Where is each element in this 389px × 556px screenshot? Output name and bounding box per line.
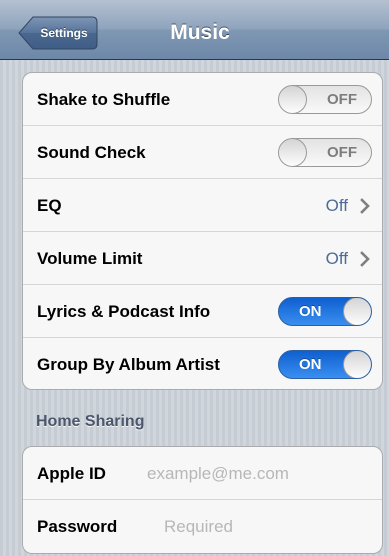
- group-by-album-artist-switch[interactable]: ON: [278, 350, 372, 379]
- switch-knob-icon: [343, 351, 371, 378]
- row-label: Shake to Shuffle: [37, 90, 171, 109]
- page-title: Music: [170, 21, 230, 44]
- row-volume-limit[interactable]: Volume Limit Off: [23, 232, 382, 285]
- switch-state-text: OFF: [327, 144, 357, 161]
- switch-knob-icon: [279, 86, 307, 113]
- row-label: Group By Album Artist: [37, 355, 220, 374]
- row-group-by-album-artist: Group By Album Artist ON: [23, 338, 382, 389]
- volume-limit-value: Off: [325, 249, 348, 268]
- switch-knob-icon: [343, 298, 371, 325]
- row-lyrics-podcast-info: Lyrics & Podcast Info ON: [23, 285, 382, 338]
- switch-state-text: ON: [299, 356, 322, 373]
- row-label: Apple ID: [37, 464, 106, 483]
- chevron-right-icon: [360, 251, 370, 267]
- navigation-bar: Settings Music: [0, 0, 389, 60]
- back-button-label: Settings: [40, 26, 88, 40]
- password-field[interactable]: [164, 513, 364, 541]
- row-label: Volume Limit: [37, 249, 143, 268]
- switch-state-text: OFF: [327, 91, 357, 108]
- sound-check-switch[interactable]: OFF: [278, 138, 372, 167]
- row-label: Sound Check: [37, 143, 146, 162]
- row-password: Password: [23, 500, 382, 553]
- row-apple-id: Apple ID: [23, 447, 382, 500]
- eq-value: Off: [325, 196, 348, 215]
- settings-back-button[interactable]: Settings: [18, 16, 98, 50]
- shake-to-shuffle-switch[interactable]: OFF: [278, 85, 372, 114]
- switch-knob-icon: [279, 139, 307, 166]
- home-sharing-header: Home Sharing: [36, 413, 145, 430]
- row-sound-check: Sound Check OFF: [23, 126, 382, 179]
- row-label: EQ: [37, 196, 62, 215]
- row-shake-to-shuffle: Shake to Shuffle OFF: [23, 73, 382, 126]
- switch-state-text: ON: [299, 303, 322, 320]
- row-label: Password: [37, 517, 118, 536]
- music-settings-group: Shake to Shuffle OFF Sound Check OFF EQ …: [22, 72, 383, 390]
- row-label: Lyrics & Podcast Info: [37, 302, 211, 321]
- row-eq[interactable]: EQ Off: [23, 179, 382, 232]
- apple-id-field[interactable]: [147, 460, 367, 488]
- home-sharing-group: Apple ID Password: [22, 446, 383, 554]
- lyrics-podcast-info-switch[interactable]: ON: [278, 297, 372, 326]
- chevron-right-icon: [360, 198, 370, 214]
